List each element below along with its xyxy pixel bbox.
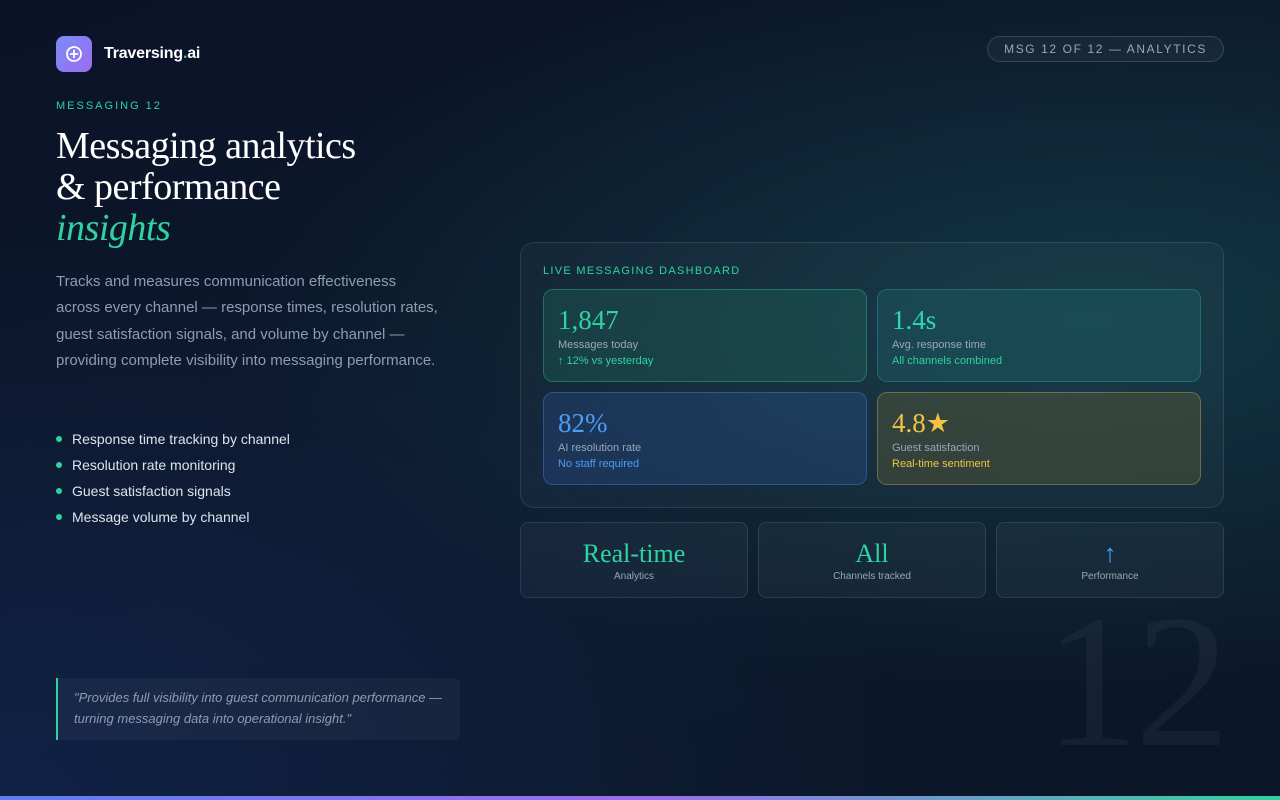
stat-value: All xyxy=(855,538,889,568)
feature-item: Response time tracking by channel xyxy=(56,426,290,452)
feature-item: Resolution rate monitoring xyxy=(56,452,290,478)
metric-card-ai-resolution: 82% AI resolution rate No staff required xyxy=(543,392,867,485)
slide-number-watermark: 12 xyxy=(1044,587,1230,777)
stat-row: Real-time Analytics All Channels tracked… xyxy=(520,522,1224,598)
metric-subtext: ↑ 12% vs yesterday xyxy=(558,355,654,367)
page-title: Messaging analytics & performance insigh… xyxy=(56,126,476,249)
hero-description: Tracks and measures communication effect… xyxy=(56,273,438,369)
metric-value: 1,847 xyxy=(558,305,619,335)
slide-counter-badge: MSG 12 OF 12 — ANALYTICS xyxy=(987,36,1224,62)
feature-list: Response time tracking by channel Resolu… xyxy=(56,426,290,530)
metric-subtext: No staff required xyxy=(558,458,640,470)
stat-card-analytics: Real-time Analytics xyxy=(520,522,748,598)
metric-label: Messages today xyxy=(558,339,639,351)
plus-circle-icon xyxy=(56,36,92,72)
stat-caption: Channels tracked xyxy=(833,570,911,582)
metric-value: 1.4s xyxy=(892,305,937,335)
title-accent: insights xyxy=(56,207,171,249)
stat-value: Real-time xyxy=(582,538,686,568)
metric-card-response-time: 1.4s Avg. response time All channels com… xyxy=(877,289,1201,382)
metric-value: 4.8★ xyxy=(892,408,950,438)
brand[interactable]: Traversing.ai xyxy=(56,36,200,72)
metric-subtext: Real-time sentiment xyxy=(892,458,990,470)
brand-name: Traversing.ai xyxy=(104,45,201,62)
title-line-1: Messaging analytics xyxy=(56,125,356,167)
stat-card-performance: ↑ Performance xyxy=(996,522,1224,598)
stat-card-channels: All Channels tracked xyxy=(758,522,986,598)
bullet-dot-icon xyxy=(56,436,62,442)
metric-value: 82% xyxy=(558,408,608,438)
testimonial-quote: "Provides full visibility into guest com… xyxy=(56,678,460,740)
metric-card-messages: 1,847 Messages today ↑ 12% vs yesterday xyxy=(543,289,867,382)
stat-caption: Performance xyxy=(1081,570,1139,582)
title-line-2: & performance xyxy=(56,166,281,208)
bullet-dot-icon xyxy=(56,488,62,494)
dashboard-title: LIVE MESSAGING DASHBOARD xyxy=(543,265,741,277)
metric-subtext: All channels combined xyxy=(892,355,1003,367)
metric-label: Avg. response time xyxy=(892,339,986,351)
metric-grid: 1,847 Messages today ↑ 12% vs yesterday … xyxy=(543,289,1201,485)
stat-caption: Analytics xyxy=(613,570,654,582)
arrow-up-icon: ↑ xyxy=(1103,538,1117,568)
bottom-accent-bar xyxy=(0,796,1280,800)
section-eyebrow: MESSAGING 12 xyxy=(56,100,162,112)
metric-card-satisfaction: 4.8★ Guest satisfaction Real-time sentim… xyxy=(877,392,1201,485)
metric-label: Guest satisfaction xyxy=(892,442,980,454)
feature-item: Guest satisfaction signals xyxy=(56,478,290,504)
live-dashboard-panel: LIVE MESSAGING DASHBOARD 1,847 Messages … xyxy=(520,242,1224,508)
metric-label: AI resolution rate xyxy=(558,442,642,454)
feature-item: Message volume by channel xyxy=(56,504,290,530)
bullet-dot-icon xyxy=(56,462,62,468)
bullet-dot-icon xyxy=(56,514,62,520)
